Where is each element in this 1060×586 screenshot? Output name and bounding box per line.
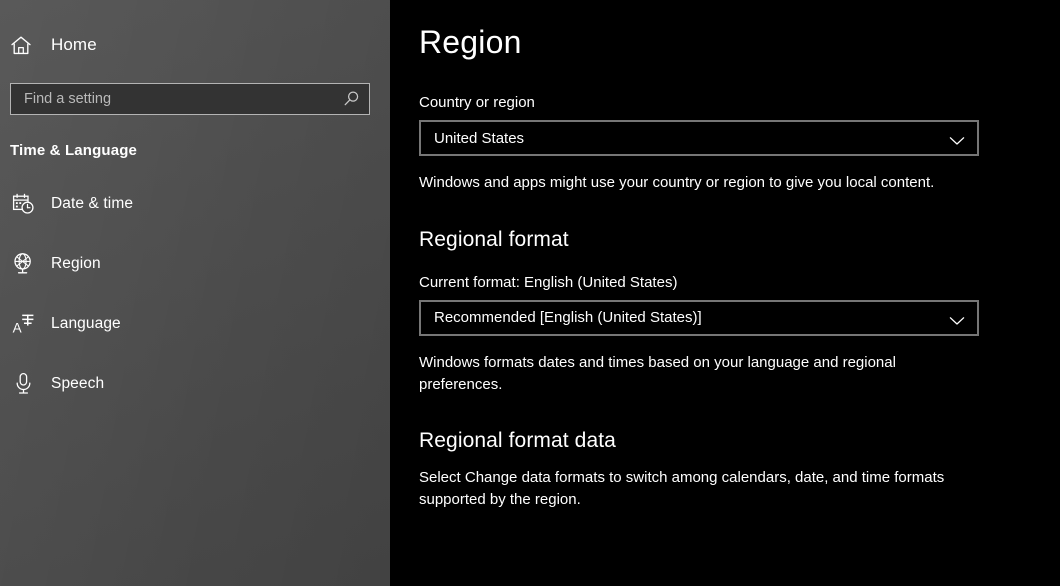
navigation-sidebar: Home Find a setting Time & Language Date… — [0, 0, 390, 586]
country-or-region-dropdown[interactable]: United States — [419, 120, 979, 156]
regional-format-dropdown[interactable]: Recommended [English (United States)] — [419, 299, 979, 336]
home-icon — [10, 32, 38, 58]
regional-format-data-heading: Regional format data — [419, 429, 616, 453]
home-nav-item[interactable]: Home — [0, 28, 390, 62]
sidebar-item-speech[interactable]: Speech — [0, 364, 390, 403]
translate-icon: A — [10, 311, 36, 337]
chevron-down-icon — [949, 133, 965, 145]
globe-icon — [10, 251, 36, 277]
sidebar-item-label: Region — [51, 254, 101, 272]
calendar-clock-icon — [10, 191, 36, 217]
regional-format-heading: Regional format — [419, 227, 569, 251]
sidebar-item-label: Speech — [51, 374, 105, 392]
page-title: Region — [419, 24, 522, 60]
home-label: Home — [51, 35, 97, 54]
sidebar-item-label: Language — [51, 314, 121, 332]
regional-format-description: Windows formats dates and times based on… — [419, 353, 896, 393]
regional-format-data-description: Select Change data formats to switch amo… — [419, 469, 945, 509]
microphone-icon — [10, 371, 36, 397]
settings-content-pane: Region Country or region United States W… — [390, 0, 1060, 586]
country-or-region-description: Windows and apps might use your country … — [419, 174, 935, 191]
search-input[interactable]: Find a setting — [10, 83, 370, 115]
sidebar-item-region[interactable]: Region — [0, 244, 390, 283]
sidebar-item-date-time[interactable]: Date & time — [0, 184, 390, 223]
country-or-region-label: Country or region — [419, 94, 535, 111]
settings-window: Home Find a setting Time & Language Date… — [0, 0, 1060, 586]
chevron-down-icon — [949, 313, 965, 325]
sidebar-item-label: Date & time — [51, 194, 134, 212]
search-placeholder: Find a setting — [24, 90, 112, 107]
sidebar-item-language[interactable]: A Language — [0, 304, 390, 343]
current-format-label: Current format: English (United States) — [419, 273, 678, 291]
sidebar-nav-list: Date & time Region A Language Speech — [0, 184, 390, 424]
regional-format-value: Recommended [English (United States)] — [434, 309, 702, 327]
search-icon[interactable] — [342, 90, 360, 108]
sidebar-section-title: Time & Language — [10, 142, 137, 159]
svg-text:A: A — [12, 320, 21, 335]
country-or-region-value: United States — [434, 129, 525, 147]
